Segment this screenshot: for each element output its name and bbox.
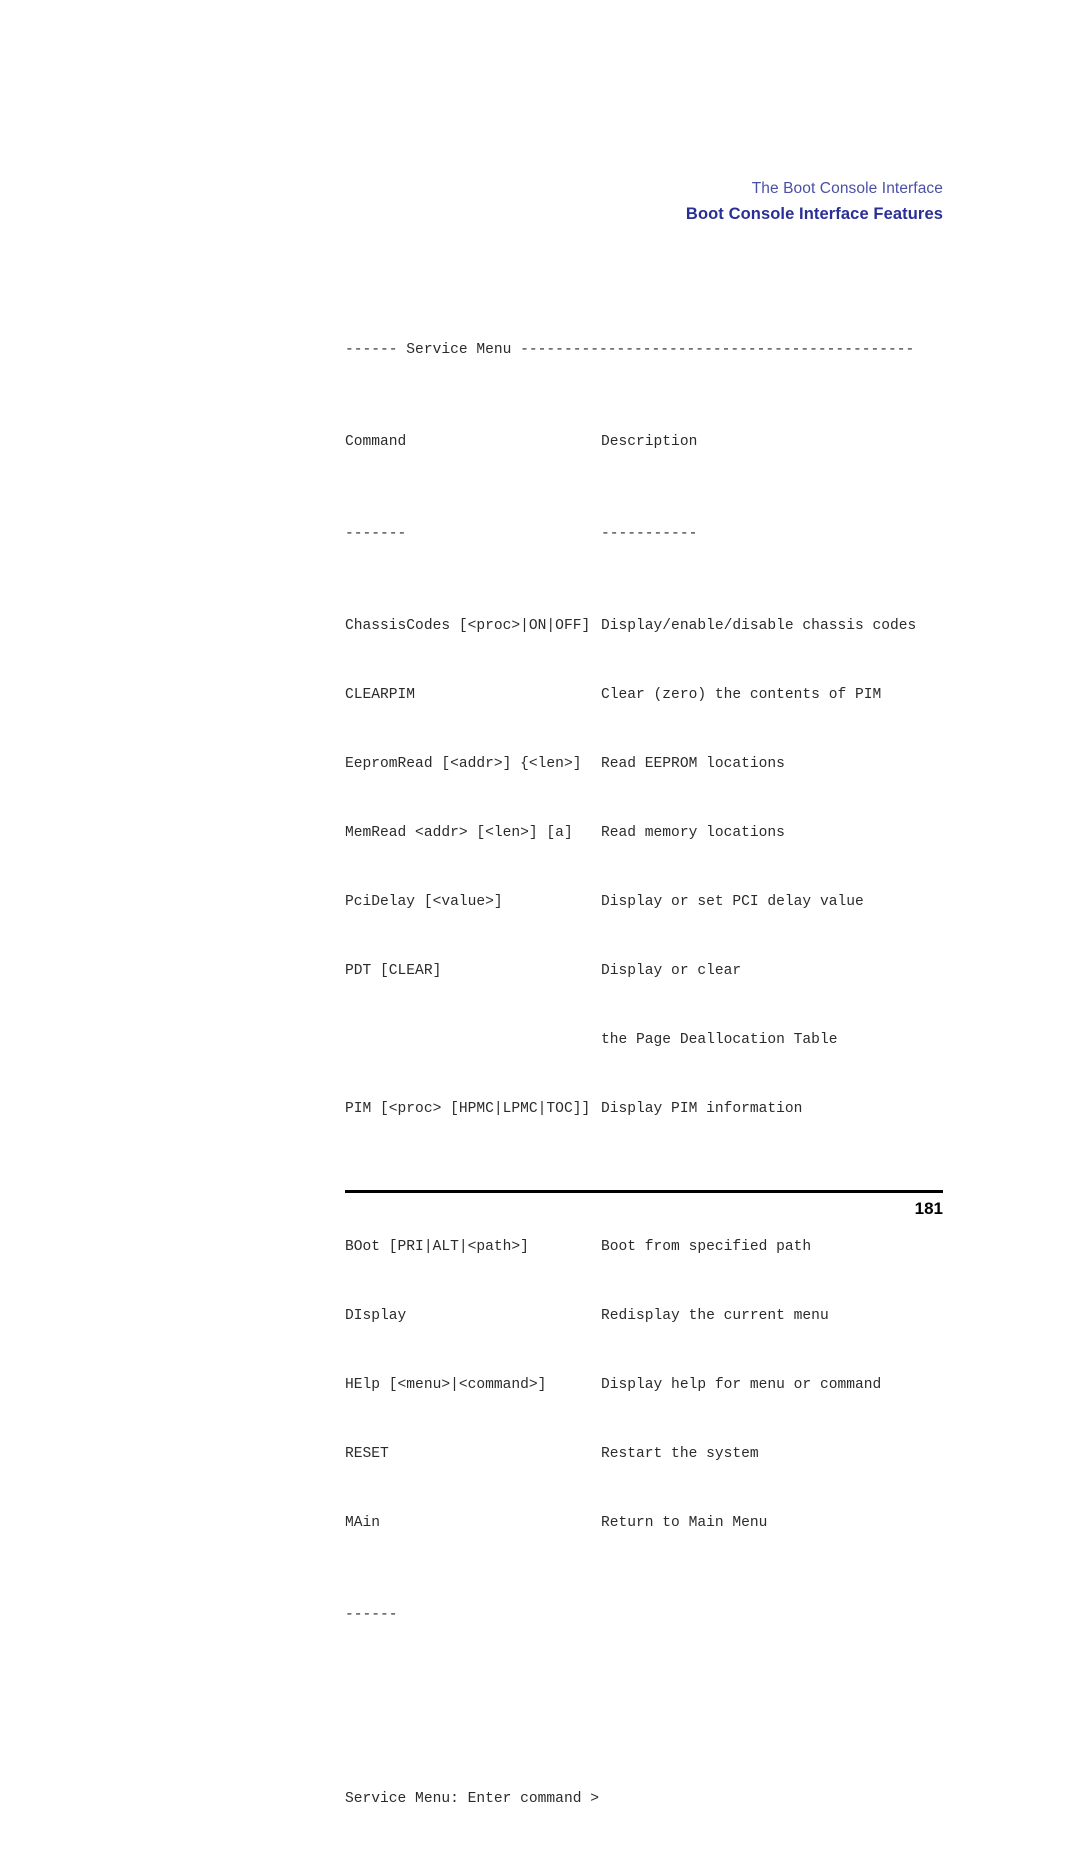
- table-row: ChassisCodes [<proc>|ON|OFF] Display/enab…: [345, 615, 985, 638]
- description-cell: Read memory locations: [601, 825, 785, 841]
- column-header-command: Command: [345, 434, 407, 450]
- table-row: PDT [CLEAR] Display or clear: [345, 960, 985, 983]
- column-header-row: Command Description: [345, 431, 985, 454]
- page-number: 181: [914, 1199, 943, 1218]
- header-chapter-title: The Boot Console Interface: [751, 180, 943, 197]
- command-cell: PciDelay [<value>]: [345, 894, 503, 910]
- description-cell: Return to Main Menu: [601, 1515, 768, 1531]
- command-cell: BOot [PRI|ALT|<path>]: [345, 1239, 529, 1255]
- service-menu-prompt: Service Menu: Enter command >: [345, 1791, 599, 1807]
- command-cell: RESET: [345, 1446, 389, 1462]
- service-menu-listing: ------ Service Menu --------------------…: [345, 270, 985, 1857]
- command-cell: EepromRead [<addr>] {<len>]: [345, 756, 582, 772]
- description-cell: Read EEPROM locations: [601, 756, 785, 772]
- table-row: BOot [PRI|ALT|<path>] Boot from specified…: [345, 1236, 985, 1259]
- command-cell: MAin: [345, 1515, 381, 1531]
- table-row: CLEARPIM Clear (zero) the contents of PIM: [345, 684, 985, 707]
- command-cell: HElp [<menu>|<command>]: [345, 1377, 547, 1393]
- description-cell: Clear (zero) the contents of PIM: [601, 687, 882, 703]
- description-cell: Display help for menu or command: [601, 1377, 882, 1393]
- table-row: HElp [<menu>|<command>] Display help for …: [345, 1374, 985, 1397]
- table-row: PIM [<proc> [HPMC|LPMC|TOC]] Display PIM …: [345, 1098, 985, 1121]
- prompt-spacer: [345, 1696, 985, 1719]
- command-cell: ChassisCodes [<proc>|ON|OFF]: [345, 618, 591, 634]
- command-cell: PIM [<proc> [HPMC|LPMC|TOC]]: [345, 1101, 591, 1117]
- description-cell: Display/enable/disable chassis codes: [601, 618, 917, 634]
- column-header-description: Description: [601, 434, 698, 450]
- table-row: EepromRead [<addr>] {<len>] Read EEPROM l…: [345, 753, 985, 776]
- description-cell: Display or set PCI delay value: [601, 894, 864, 910]
- column-underline-description: -----------: [601, 526, 698, 542]
- header-section-title: Boot Console Interface Features: [685, 205, 943, 223]
- table-row: DIsplay Redisplay the current menu: [345, 1305, 985, 1328]
- running-header: The Boot Console Interface Boot Console …: [345, 178, 943, 226]
- description-cell: Boot from specified path: [601, 1239, 812, 1255]
- table-row: MemRead <addr> [<len>] [a] Read memory lo…: [345, 822, 985, 845]
- document-page: The Boot Console Interface Boot Console …: [0, 0, 1080, 1807]
- description-cell: the Page Deallocation Table: [601, 1032, 838, 1048]
- description-cell: Redisplay the current menu: [601, 1308, 829, 1324]
- column-underline-command: -------: [345, 526, 407, 542]
- service-menu-bottom-rule: ------: [345, 1607, 398, 1623]
- column-underline-row: ------- -----------: [345, 523, 985, 546]
- description-cell: Display or clear: [601, 963, 742, 979]
- command-cell: PDT [CLEAR]: [345, 963, 442, 979]
- command-cell: CLEARPIM: [345, 687, 416, 703]
- command-cell: MemRead <addr> [<len>] [a]: [345, 825, 573, 841]
- table-row-spacer: [345, 1167, 985, 1190]
- table-row: RESET Restart the system: [345, 1443, 985, 1466]
- description-cell: Display PIM information: [601, 1101, 803, 1117]
- footer-divider: [345, 1190, 943, 1193]
- table-row: PciDelay [<value>] Display or set PCI del…: [345, 891, 985, 914]
- table-row: MAin Return to Main Menu: [345, 1512, 985, 1535]
- description-cell: Restart the system: [601, 1446, 759, 1462]
- service-menu-top-rule: ------ Service Menu --------------------…: [345, 342, 915, 358]
- table-row-continuation: the Page Deallocation Table: [345, 1029, 985, 1052]
- command-cell: DIsplay: [345, 1308, 407, 1324]
